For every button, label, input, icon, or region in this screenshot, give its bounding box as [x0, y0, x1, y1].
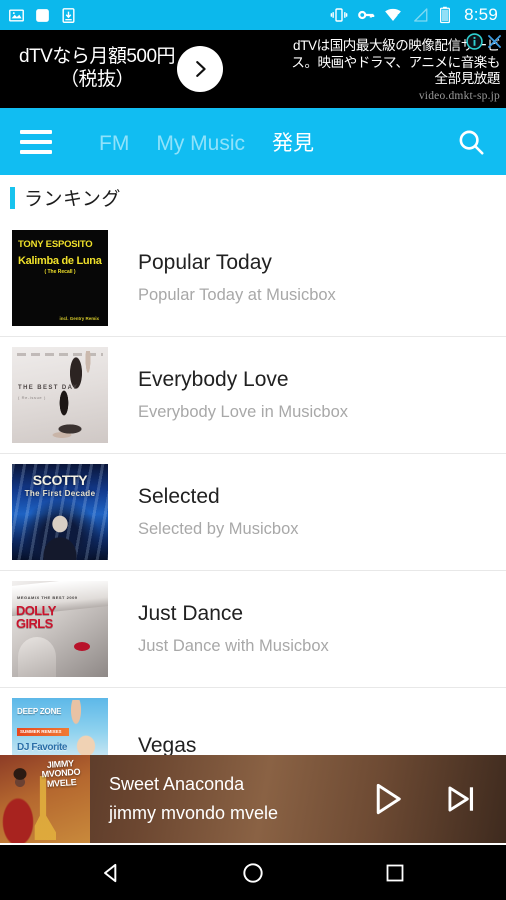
section-title: ランキング [24, 189, 121, 210]
now-playing-track-title: Sweet Anaconda [109, 774, 245, 794]
ad-headline-area[interactable]: dTVなら月額500円 （税抜） [0, 30, 245, 108]
hamburger-line [20, 139, 52, 144]
list-item[interactable]: MEGAMIX THE BEST 2009 DOLLY GIRLS Just D… [0, 571, 506, 688]
now-playing-art-text: JIMMY MVONDO MVELE [41, 758, 81, 789]
adchoices-info-icon[interactable] [465, 32, 484, 51]
vibrate-icon [330, 8, 348, 22]
back-glyph [104, 863, 117, 882]
note-icon [36, 8, 49, 22]
back-triangle-icon[interactable] [81, 860, 141, 886]
now-playing-controls [366, 778, 506, 820]
ad-headline: dTVなら月額500円 （税抜） [0, 46, 190, 92]
image-icon [9, 8, 24, 22]
list-item-text: Just Dance Just Dance with Musicbox [108, 602, 329, 656]
search-glyph [459, 130, 484, 155]
status-bar-left-icons [8, 7, 77, 24]
list-item[interactable]: SCOTTY The First Decade Selected Selecte… [0, 454, 506, 571]
ad-corner-controls[interactable] [465, 32, 504, 51]
skip-next-icon[interactable] [442, 780, 480, 818]
app-top-bar: FM My Music 発見 [0, 108, 506, 175]
album-art-line-2: ( Re-issue ) [18, 395, 46, 400]
ad-url: video.dmkt-sp.jp [418, 89, 500, 102]
recents-glyph [386, 864, 404, 881]
list-item-text: Selected Selected by Musicbox [108, 485, 299, 539]
status-bar-clock: 8:59 [464, 5, 498, 24]
android-navigation-bar [0, 845, 506, 900]
list-item-title: Just Dance [138, 602, 244, 625]
album-art-the-best-day: THE BEST DAY ( Re-issue ) [12, 347, 108, 443]
album-art-lips [74, 642, 90, 651]
album-art-line-0: MEGAMIX THE BEST 2009 [17, 595, 78, 600]
ranking-list: TONY ESPOSITO Kalimba de Luna ( The Reca… [0, 220, 506, 805]
status-bar: 8:59 [0, 0, 506, 30]
list-item-subtitle: Selected by Musicbox [138, 520, 299, 538]
status-bar-right-icons: 8:59 [330, 5, 498, 25]
list-item[interactable]: TONY ESPOSITO Kalimba de Luna ( The Reca… [0, 220, 506, 337]
album-art-singer-figure [37, 512, 83, 560]
album-art-line-4: incl. Gentry Remix [59, 316, 99, 321]
ad-headline-line-1: dTVなら月額500円 [18, 46, 176, 68]
ad-body-area[interactable]: dTVは国内最大級の映像配信サービ ス。映画やドラマ、アニメに音楽も 全部見放題… [245, 30, 506, 108]
home-circle-icon[interactable] [223, 860, 283, 886]
album-art-dancer-figure [42, 351, 100, 441]
hamburger-line [20, 149, 52, 154]
home-glyph [243, 862, 263, 883]
album-art-line-2: DJ Favorite [17, 742, 68, 753]
tab-discover[interactable]: 発見 [272, 127, 314, 157]
list-item-subtitle: Everybody Love in Musicbox [138, 403, 349, 421]
list-item-title: Popular Today [138, 251, 272, 274]
ad-cta-button[interactable] [177, 46, 223, 92]
section-accent-bar [10, 186, 15, 209]
hamburger-line [20, 129, 52, 134]
list-item-text: Popular Today Popular Today at Musicbox [108, 251, 336, 305]
album-art-line-2: The First Decade [24, 489, 96, 498]
now-playing-bar[interactable]: JIMMY MVONDO MVELE Sweet Anaconda jimmy … [0, 755, 506, 845]
album-art-line-3: ( The Recall ) [44, 269, 76, 275]
list-item-text: Everybody Love Everybody Love in Musicbo… [108, 368, 348, 422]
album-art-line-1: DEEP ZONE [17, 707, 62, 716]
album-art-line-2: Kalimba de Luna [18, 255, 102, 267]
now-playing-art-jimmy-mvondo-mvele[interactable]: JIMMY MVONDO MVELE [0, 755, 90, 843]
tab-fm[interactable]: FM [99, 132, 129, 156]
download-icon [62, 7, 75, 23]
album-art-kalimba-de-luna: TONY ESPOSITO Kalimba de Luna ( The Reca… [12, 230, 108, 326]
close-icon[interactable] [485, 32, 504, 51]
search-icon[interactable] [456, 127, 486, 157]
list-item-subtitle: Just Dance with Musicbox [138, 637, 329, 655]
signal-icon [414, 8, 428, 22]
ad-headline-line-2: （税抜） [59, 69, 135, 90]
hamburger-menu-icon[interactable] [20, 129, 52, 154]
ad-body-line-2: ス。映画やドラマ、アニメに音楽も [291, 54, 500, 70]
list-item[interactable]: THE BEST DAY ( Re-issue ) Everybody Love… [0, 337, 506, 454]
list-item-subtitle: Popular Today at Musicbox [138, 286, 336, 304]
album-art-bar-text: SUMMER REMIXES [20, 729, 62, 734]
chevron-right-icon [196, 61, 206, 77]
battery-icon [440, 6, 451, 24]
play-icon[interactable] [366, 778, 408, 820]
album-art-scotty-first-decade: SCOTTY The First Decade [12, 464, 108, 560]
advertisement-banner[interactable]: dTVなら月額500円 （税抜） dTVは国内最大級の映像配信サービ ス。映画や… [0, 30, 506, 108]
skip-next-glyph [448, 786, 474, 812]
recents-square-icon[interactable] [365, 861, 425, 885]
tab-my-music[interactable]: My Music [156, 132, 245, 156]
album-art-line-1: SCOTTY [32, 472, 88, 488]
vpn-key-icon [358, 10, 375, 20]
play-glyph [376, 783, 401, 815]
now-playing-info[interactable]: Sweet Anaconda jimmy mvondo mvele [90, 774, 278, 824]
album-art-line-1: THE BEST DAY [18, 385, 79, 391]
album-art-line-2: GIRLS [16, 616, 53, 631]
ad-body-line-3: 全部見放題 [434, 71, 501, 87]
album-art-dolly-girls: MEGAMIX THE BEST 2009 DOLLY GIRLS [12, 581, 108, 677]
now-playing-artist: jimmy mvondo mvele [109, 803, 279, 823]
album-art-hand-figure [18, 637, 56, 677]
section-header-ranking: ランキング [0, 175, 506, 220]
nav-tabs: FM My Music 発見 [99, 127, 314, 157]
wifi-alert-icon [385, 8, 401, 22]
list-item-title: Selected [138, 485, 220, 508]
album-art-line-1: TONY ESPOSITO [18, 239, 93, 250]
list-item-title: Everybody Love [138, 368, 289, 391]
